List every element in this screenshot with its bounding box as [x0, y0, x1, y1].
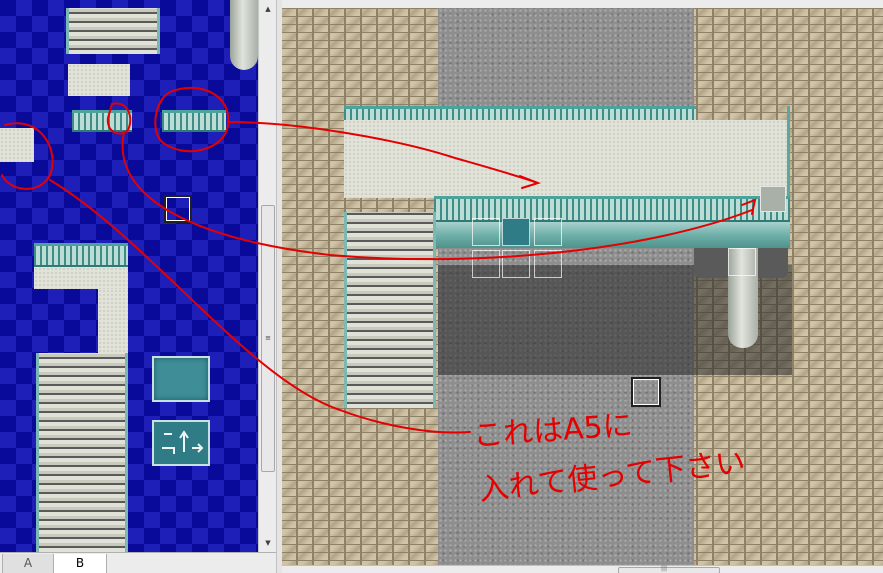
annotation-arrow-upper [227, 121, 536, 183]
annotation-layer: これはA5に 入れて使って下さい [1, 86, 757, 508]
annotation-arrow-middle [121, 131, 753, 261]
annotation-circle-left [1, 122, 54, 190]
tile-editor-window: ▲ ≡ ▼ A B ||| これはA5に 入れて使って下さい [0, 0, 883, 573]
annotation-arrowhead-upper [519, 175, 542, 189]
annotation-circle-right [154, 86, 230, 152]
annotation-line-2: 入れて使って下さい [477, 445, 747, 508]
annotation-arrow-long [49, 179, 471, 434]
annotation-circle-small [106, 102, 132, 135]
annotation-line-1: これはA5に [472, 408, 634, 454]
